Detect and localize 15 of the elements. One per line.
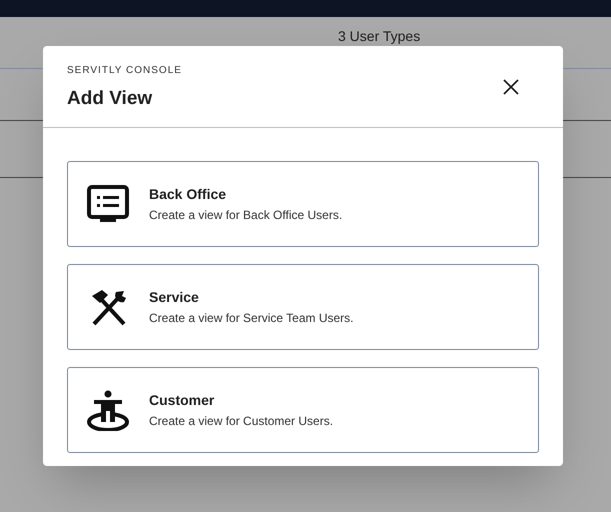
option-description: Create a view for Customer Users. [149,412,334,430]
dialog-subtitle: SERVITLY CONSOLE [67,64,182,78]
close-icon [503,79,519,95]
person-on-ring-icon [86,388,130,430]
view-option-card[interactable]: Back Office Create a view for Back Office Users. [67,160,539,246]
option-title: Back Office [149,184,228,204]
monitor-list-icon [86,182,130,224]
option-title: Service [149,288,200,306]
column-heading: 3 User Types [338,27,420,45]
option-title: Customer [149,390,216,410]
dialog-title: Add View [67,87,154,111]
view-option-card[interactable]: Service Create a view for Service Team Users. [67,264,539,350]
option-description: Create a view for Service Team Users. [149,310,354,326]
view-option-card[interactable]: Customer Create a view for Customer Users. [67,366,539,452]
option-description: Create a view for Back Office Users. [149,206,342,224]
